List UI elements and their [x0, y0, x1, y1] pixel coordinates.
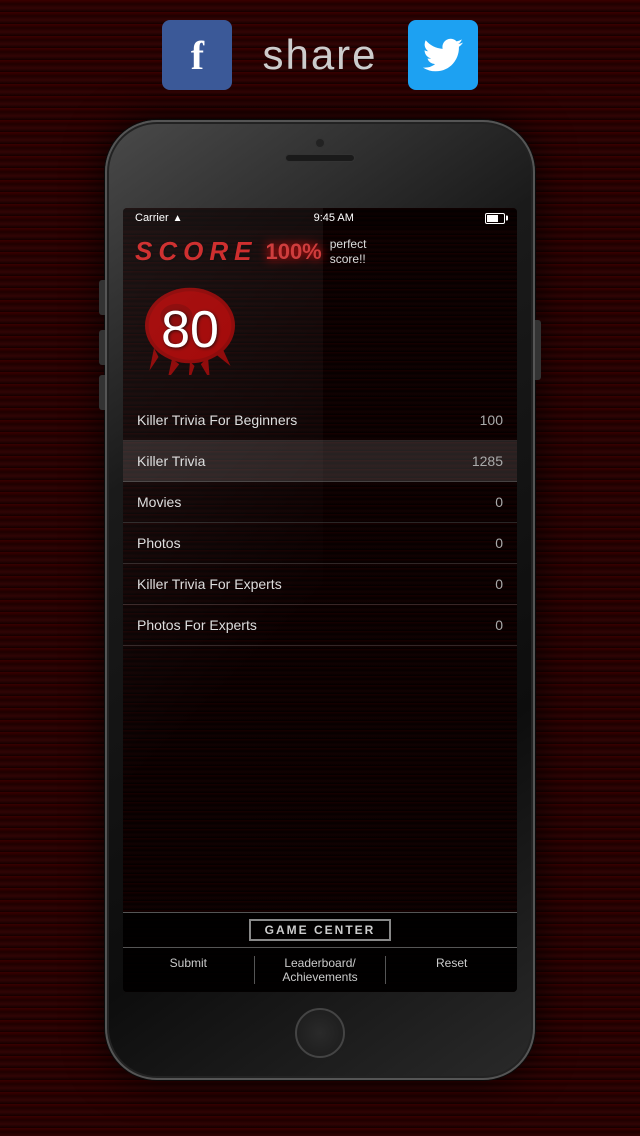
facebook-button[interactable]: f: [162, 20, 232, 90]
game-center-bar: GAME CENTER Submit Leaderboard/Achieveme…: [123, 912, 517, 992]
twitter-icon: [423, 35, 463, 75]
list-item[interactable]: Killer Trivia For Experts 0: [123, 564, 517, 605]
phone-frame: Carrier ▲ 9:45 AM SCORE 100% perfect sco…: [105, 120, 535, 1080]
reset-button[interactable]: Reset: [386, 956, 517, 984]
phone-screen: Carrier ▲ 9:45 AM SCORE 100% perfect sco…: [123, 208, 517, 992]
submit-button[interactable]: Submit: [123, 956, 254, 984]
list-item-name: Photos For Experts: [137, 617, 257, 633]
list-item-name: Photos: [137, 535, 181, 551]
list-item[interactable]: Movies 0: [123, 482, 517, 523]
list-item-name: Killer Trivia For Experts: [137, 576, 282, 592]
twitter-button[interactable]: [408, 20, 478, 90]
list-item[interactable]: Killer Trivia 1285: [123, 441, 517, 482]
scores-list: Killer Trivia For Beginners 100 Killer T…: [123, 400, 517, 646]
perfect-score-text: perfect score!!: [330, 237, 367, 266]
game-center-title-area: GAME CENTER: [123, 913, 517, 948]
game-center-title: GAME CENTER: [249, 919, 392, 941]
list-item-score: 1285: [472, 453, 503, 469]
score-percent: 100%: [265, 239, 321, 265]
list-item-score: 0: [495, 617, 503, 633]
score-display: 80: [123, 275, 517, 390]
phone-top-area: [285, 138, 355, 162]
list-item-score: 100: [480, 412, 503, 428]
status-right: [485, 213, 505, 224]
list-item[interactable]: Photos 0: [123, 523, 517, 564]
blood-splat: 80: [135, 285, 245, 375]
speaker: [285, 154, 355, 162]
list-item[interactable]: Killer Trivia For Beginners 100: [123, 400, 517, 441]
list-item-name: Killer Trivia: [137, 453, 205, 469]
facebook-icon: f: [191, 32, 204, 79]
status-time: 9:45 AM: [314, 212, 354, 224]
leaderboard-button[interactable]: Leaderboard/Achievements: [254, 956, 387, 984]
wifi-icon: ▲: [173, 213, 183, 224]
carrier-info: Carrier ▲: [135, 212, 183, 224]
list-item-name: Movies: [137, 494, 181, 510]
score-number: 80: [161, 300, 219, 360]
share-bar: f share: [0, 20, 640, 90]
share-label: share: [262, 31, 377, 79]
carrier-label: Carrier: [135, 212, 169, 224]
leaderboard-label: Leaderboard/Achievements: [282, 956, 357, 984]
perfect-line2: score!!: [330, 252, 367, 266]
screen-content: Carrier ▲ 9:45 AM SCORE 100% perfect sco…: [123, 208, 517, 992]
list-item-score: 0: [495, 535, 503, 551]
home-button[interactable]: [295, 1008, 345, 1058]
list-item-name: Killer Trivia For Beginners: [137, 412, 297, 428]
status-bar: Carrier ▲ 9:45 AM: [123, 208, 517, 228]
perfect-line1: perfect: [330, 237, 367, 251]
score-label: SCORE: [135, 236, 257, 267]
score-header: SCORE 100% perfect score!!: [123, 228, 517, 275]
list-item-score: 0: [495, 576, 503, 592]
list-item[interactable]: Photos For Experts 0: [123, 605, 517, 646]
list-item-score: 0: [495, 494, 503, 510]
battery-icon: [485, 213, 505, 224]
battery-fill: [487, 215, 498, 222]
camera: [315, 138, 325, 148]
game-center-buttons: Submit Leaderboard/Achievements Reset: [123, 948, 517, 992]
